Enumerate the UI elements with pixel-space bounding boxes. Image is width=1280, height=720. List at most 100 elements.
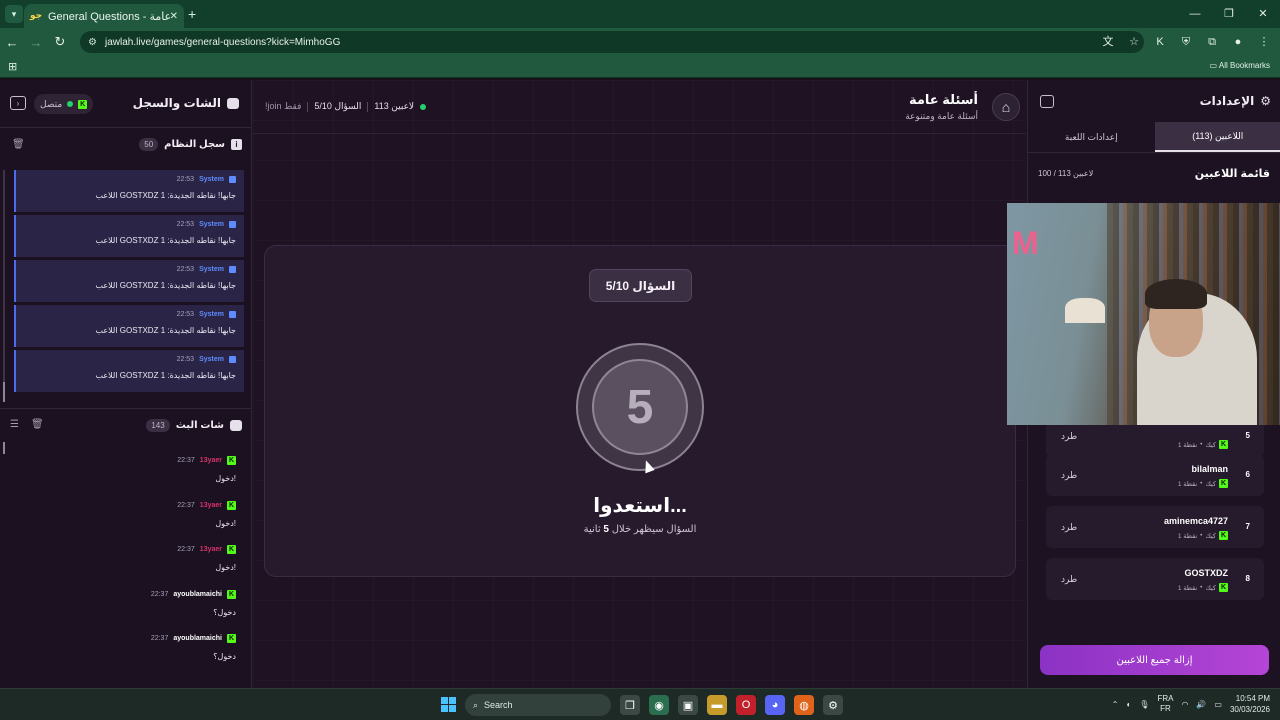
chat-filter-icon[interactable]: ☰	[10, 419, 19, 430]
message-time: 22:53	[176, 266, 195, 273]
chat-bubble-icon	[227, 97, 239, 109]
kick-logo-icon: K	[227, 545, 236, 554]
system-log-count: 50	[139, 138, 159, 151]
system-badge-icon	[229, 176, 236, 183]
kick-logo-icon: K	[1219, 440, 1228, 449]
divider	[367, 101, 369, 112]
message-time: 22:53	[176, 356, 195, 363]
language-indicator[interactable]: FRA FR	[1157, 694, 1173, 714]
home-button[interactable]: ⌂	[992, 93, 1020, 121]
kick-logo-icon: K	[227, 500, 236, 510]
player-meta: 1 نقطة • كيك K	[1177, 531, 1228, 540]
microphone-tray-icon[interactable]: 🎙	[1139, 700, 1149, 709]
opera-icon[interactable]: O	[736, 695, 756, 715]
message-author: 13yaer	[199, 546, 222, 553]
url-text: jawlah.live/games/general-questions?kick…	[104, 36, 341, 48]
url-bar[interactable]: ⚙ jawlah.live/games/general-questions?ki…	[80, 31, 1144, 53]
back-icon[interactable]: ←	[0, 35, 24, 50]
settings-app-icon[interactable]: ⚙	[823, 695, 843, 715]
file-explorer-icon[interactable]: ▬	[707, 695, 727, 715]
clear-log-trash-icon[interactable]: 🗑	[12, 139, 25, 150]
chat-panel-title-text: الشات والسجل	[132, 96, 221, 110]
new-tab-icon[interactable]: +	[188, 6, 196, 22]
system-log-message: 22:53 System اللاعب GOSTXDZ جابها! نقاطه …	[14, 170, 244, 212]
reload-icon[interactable]: ↻	[48, 34, 72, 50]
site-info-icon[interactable]: ⚙	[88, 37, 97, 48]
restore-icon[interactable]: ❐	[1212, 0, 1246, 28]
online-dot-icon	[67, 101, 74, 107]
remove-all-players-button[interactable]: إزالة جميع اللاعبين	[1040, 645, 1269, 675]
chat-message: 22:37 13yaer K دخول!	[0, 452, 252, 497]
kick-extension-icon[interactable]: K	[1150, 32, 1170, 52]
kick-player-button[interactable]: طرد	[1061, 431, 1077, 442]
kick-player-button[interactable]: طرد	[1061, 470, 1077, 481]
player-row: طرد GOSTXDZ 1 نقطة • كيك K 8	[1046, 558, 1264, 600]
message-text: دخول!	[215, 518, 236, 528]
chrome-icon[interactable]: ◉	[649, 695, 669, 715]
language-code: FRA	[1157, 694, 1174, 703]
apps-grid-icon[interactable]: ⊞	[8, 60, 17, 73]
chat-message: 22:37 13yaer K دخول!	[0, 541, 252, 586]
firefox-icon[interactable]: ◍	[794, 695, 814, 715]
message-text: اللاعب GOSTXDZ جابها! نقاطه الجديدة: 1	[95, 326, 237, 335]
taskbar-apps: ❐ ◉ ▣ ▬ O ◕ ◍ ⚙	[620, 695, 843, 715]
collapse-settings-icon[interactable]	[1040, 95, 1054, 108]
chat-message: 22:37 ayoublamaichi K دخول؟	[0, 630, 252, 675]
tab-title: General Questions - أسئلة عامة	[48, 10, 170, 23]
browser-tab-strip: ▾ جو General Questions - أسئلة عامة ✕ + …	[0, 0, 1280, 28]
tray-overflow-icon[interactable]: ⌃	[1112, 700, 1119, 709]
collapse-panel-icon[interactable]: ›	[10, 96, 26, 110]
player-name: aminemca4727	[1163, 516, 1228, 526]
battery-icon[interactable]: ▭	[1214, 700, 1222, 709]
clear-chat-trash-icon[interactable]: 🗑	[31, 419, 44, 430]
bookmark-star-icon[interactable]: ☆	[1124, 32, 1144, 52]
join-hint: !join فقط	[265, 101, 302, 111]
windows-start-icon[interactable]	[441, 697, 456, 712]
player-rank: 7	[1245, 522, 1250, 531]
player-points: 1 نقطة	[1177, 532, 1198, 540]
system-log-scroll-thumb[interactable]	[3, 382, 5, 402]
player-rank: 8	[1245, 574, 1250, 583]
app-icon[interactable]: ▣	[678, 695, 698, 715]
more-menu-icon[interactable]: ⋮	[1254, 32, 1274, 52]
game-title-block: أسئلة عامة أسئلة عامة ومتنوعة	[905, 92, 978, 122]
system-badge-icon	[229, 266, 236, 273]
system-log-message: 22:53 System اللاعب GOSTXDZ جابها! نقاطه …	[14, 305, 244, 347]
profile-avatar[interactable]: ●	[1228, 32, 1248, 52]
shield-icon[interactable]: ⛨	[1176, 32, 1196, 52]
settings-title: الإعدادات ⚙	[1200, 94, 1271, 108]
message-author: System	[199, 266, 224, 273]
close-tab-icon[interactable]: ✕	[170, 11, 178, 22]
browser-tab[interactable]: جو General Questions - أسئلة عامة ✕	[24, 4, 184, 28]
kick-player-button[interactable]: طرد	[1061, 522, 1077, 533]
message-time: 22:37	[177, 546, 195, 553]
message-author: System	[199, 311, 224, 318]
message-time: 22:37	[150, 635, 169, 642]
taskbar-search-label: Search	[484, 700, 513, 710]
close-window-icon[interactable]: ✕	[1246, 0, 1280, 28]
countdown-message-suffix: ثانية	[583, 524, 604, 535]
message-time: 22:37	[177, 457, 195, 464]
tab-players[interactable]: اللاعبين (113)	[1154, 122, 1280, 152]
forward-icon[interactable]: →	[24, 35, 48, 50]
system-log-scrollbar[interactable]	[3, 170, 5, 400]
wifi-icon[interactable]: ◠	[1181, 700, 1188, 709]
discord-icon[interactable]: ◕	[765, 695, 785, 715]
translate-icon[interactable]: 文	[1098, 32, 1118, 52]
task-view-icon[interactable]: ❐	[620, 695, 640, 715]
taskbar-clock[interactable]: 10:54 PM 30/03/2026	[1230, 693, 1270, 715]
kick-logo-icon: K	[78, 99, 88, 109]
message-time: 22:53	[176, 311, 195, 318]
volume-icon[interactable]: 🔊	[1196, 700, 1206, 709]
extensions-icon[interactable]: ⧉	[1202, 32, 1222, 52]
tab-game-settings[interactable]: إعدادات اللعبة	[1028, 122, 1155, 152]
get-ready-heading: استعدوا...	[593, 495, 687, 517]
countdown-message-prefix: السؤال سيظهر خلال	[608, 524, 697, 535]
network-tray-icon[interactable]: ◐	[1126, 700, 1131, 709]
taskbar-search[interactable]: ⌕ Search	[465, 694, 611, 716]
minimize-icon[interactable]: —	[1178, 0, 1212, 28]
kick-player-button[interactable]: طرد	[1061, 574, 1077, 585]
game-header: !join فقط السؤال 5/10 113 لاعبين أسئلة ع…	[253, 80, 1026, 134]
tab-search-icon[interactable]: ▾	[5, 5, 23, 23]
all-bookmarks-button[interactable]: ▭ All Bookmarks	[1210, 61, 1270, 70]
